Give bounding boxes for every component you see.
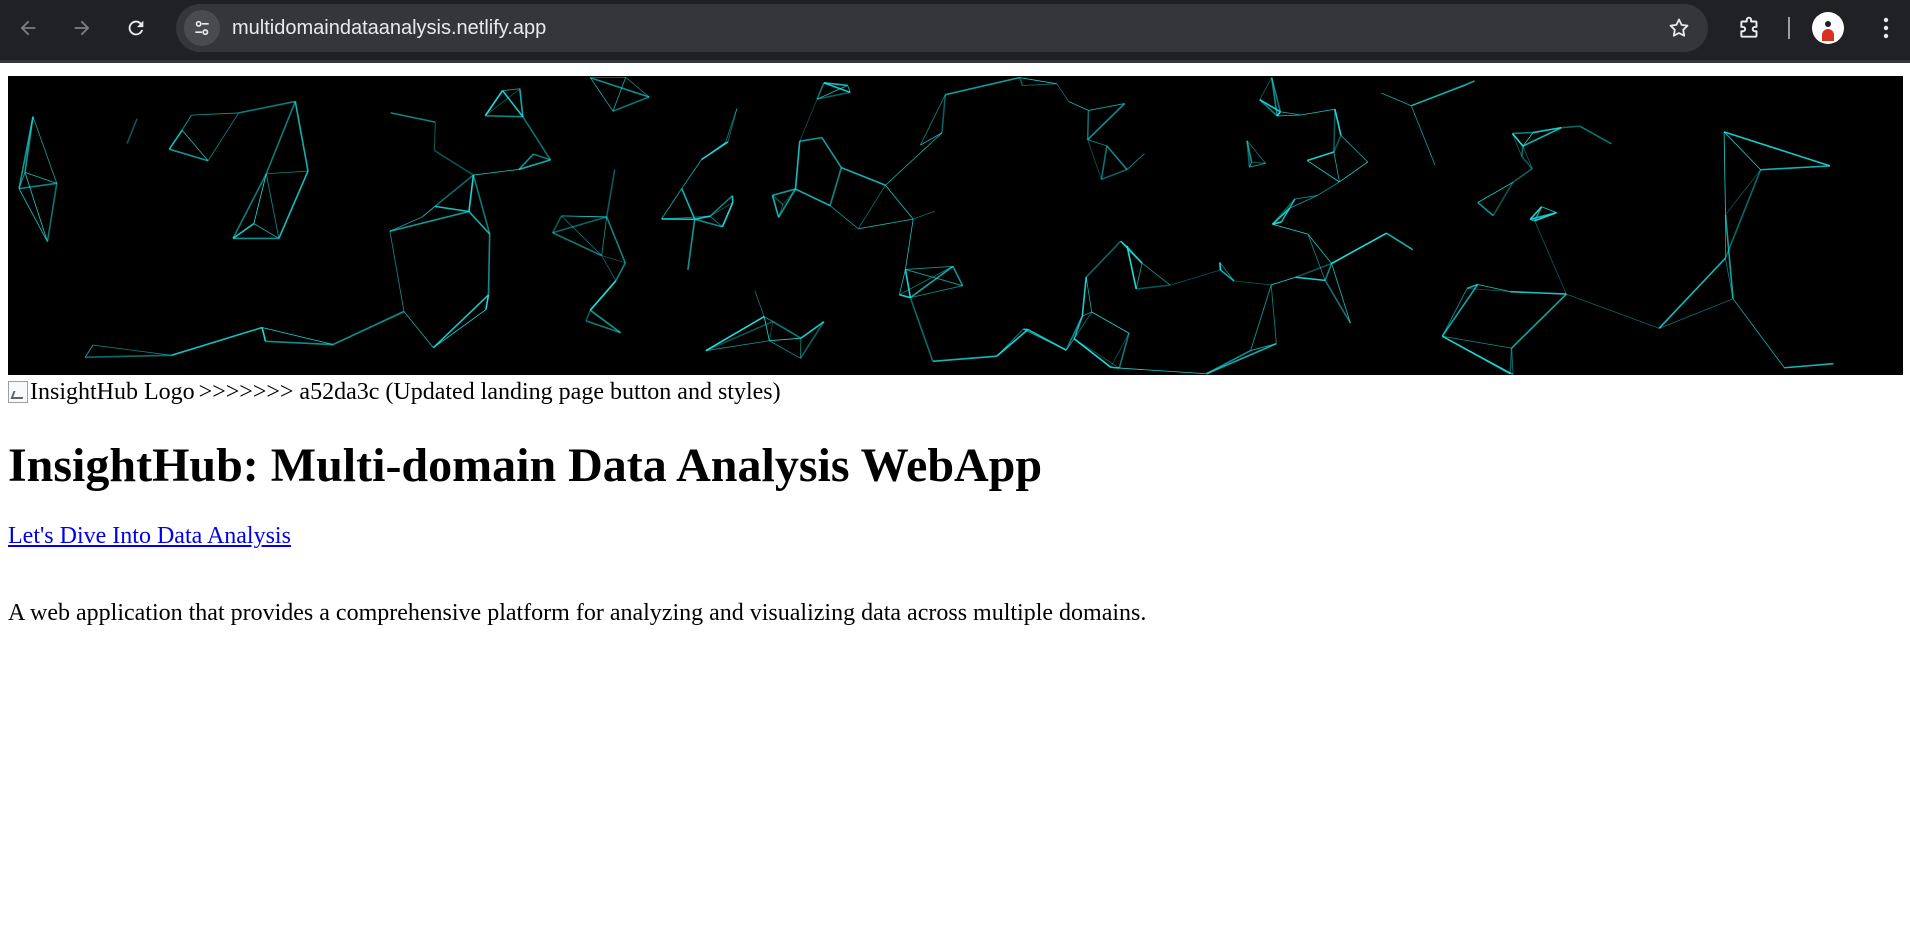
- extensions-button[interactable]: [1730, 8, 1770, 48]
- arrow-right-icon: [74, 20, 90, 36]
- logo-alt-text: InsightHub Logo: [30, 379, 195, 405]
- site-info-button[interactable]: [184, 10, 220, 46]
- page-content: InsightHub Logo >>>>>>> a52da3c (Updated…: [8, 378, 1898, 626]
- profile-avatar[interactable]: [1812, 12, 1844, 44]
- toolbar-divider: [0, 60, 1910, 63]
- bookmark-button[interactable]: [1664, 13, 1694, 43]
- star-icon: [1669, 18, 1689, 37]
- page-description: A web application that provides a compre…: [8, 600, 1147, 626]
- network-graphic: [18, 76, 1834, 375]
- puzzle-icon: [1740, 16, 1758, 38]
- tune-icon: [195, 20, 209, 36]
- cta-link[interactable]: Let's Dive Into Data Analysis: [8, 523, 291, 550]
- broken-image-icon: [8, 381, 28, 403]
- address-bar[interactable]: multidomaindataanalysis.netlify.app: [176, 4, 1708, 52]
- back-button[interactable]: [8, 8, 48, 48]
- hero-banner-image: [8, 76, 1903, 375]
- forward-button[interactable]: [62, 8, 102, 48]
- url-text[interactable]: multidomaindataanalysis.netlify.app: [232, 4, 546, 52]
- reload-icon: [128, 20, 144, 36]
- toolbar-separator: [1788, 17, 1790, 39]
- reload-button[interactable]: [116, 8, 156, 48]
- more-vert-icon: [1883, 17, 1889, 39]
- page-title: InsightHub: Multi-domain Data Analysis W…: [8, 439, 1043, 492]
- browser-toolbar: multidomaindataanalysis.netlify.app: [0, 0, 1910, 63]
- arrow-left-icon: [20, 20, 36, 36]
- logo-line: InsightHub Logo >>>>>>> a52da3c (Updated…: [8, 378, 1898, 406]
- insighthub-logo-image: InsightHub Logo: [8, 378, 195, 406]
- browser-menu-button[interactable]: [1866, 8, 1906, 48]
- merge-marker-text: >>>>>>> a52da3c (Updated landing page bu…: [198, 379, 781, 405]
